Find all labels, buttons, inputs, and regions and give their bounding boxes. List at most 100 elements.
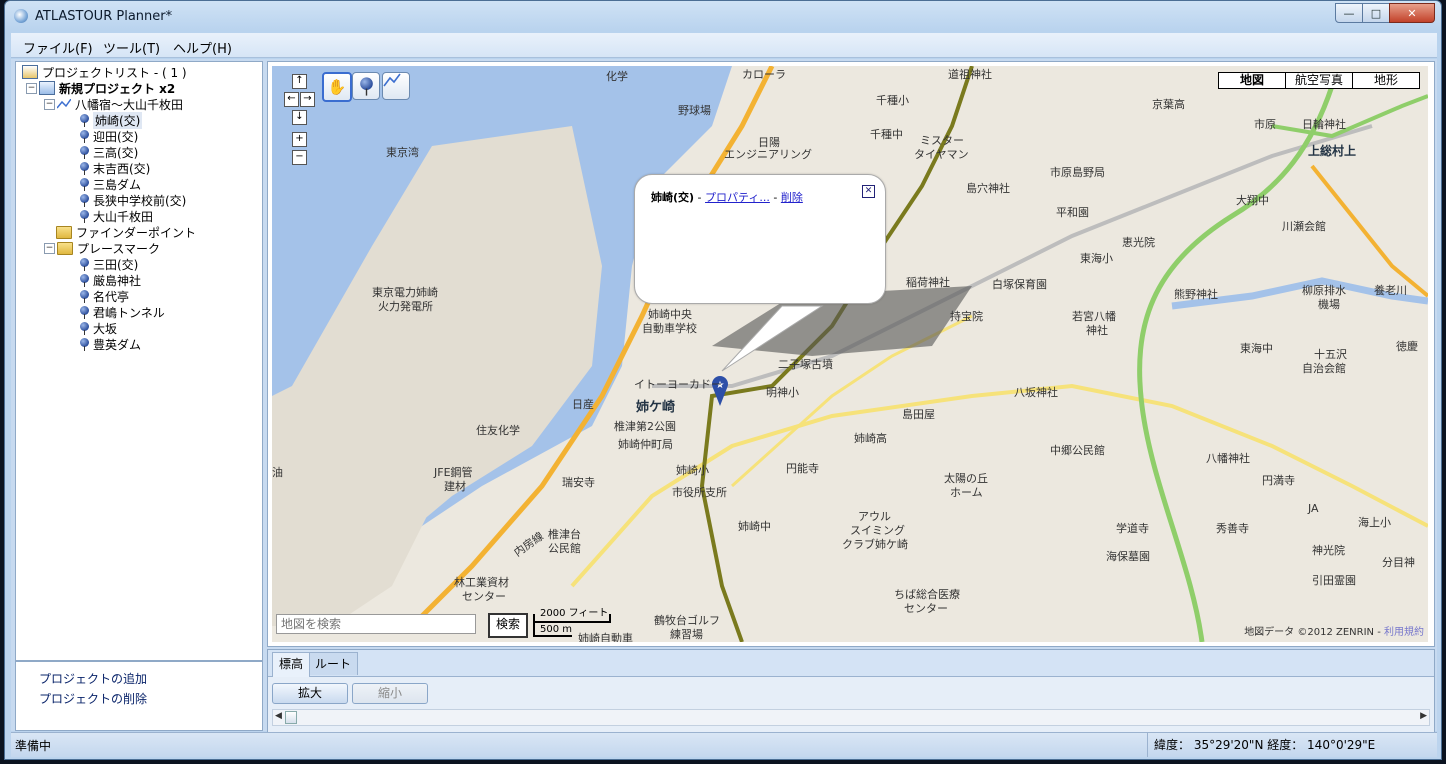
map-label: 市原島野局: [1050, 166, 1105, 179]
pan-down-button[interactable]: ↓: [292, 110, 307, 125]
placemark-tool-button[interactable]: [352, 72, 380, 100]
tree-route-label: 八幡宿～大山千枚田: [75, 97, 184, 112]
tree-route-point[interactable]: 姉崎(交): [80, 111, 143, 129]
placemark-pin-icon: [80, 337, 89, 351]
project-tree: プロジェクトリスト - ( 1 ) − 新規プロジェクト x2 − 八幡宿～大山…: [15, 61, 263, 661]
placemark-pin-icon: [80, 321, 89, 335]
delete-link[interactable]: 削除: [781, 191, 803, 204]
tree-route-point[interactable]: 三高(交): [80, 144, 138, 160]
tree-placemark[interactable]: 名代亭: [80, 288, 129, 304]
map-label: 海保墓園: [1106, 550, 1150, 563]
collapse-icon[interactable]: −: [44, 98, 55, 110]
status-bar: 準備中 緯度： 35°29'20"N 経度： 140°0'29"E: [11, 732, 1437, 757]
zoom-in-chart-button[interactable]: 拡大: [272, 683, 348, 704]
map-label: 秀善寺: [1216, 522, 1249, 535]
map-label: 養老川: [1374, 284, 1407, 297]
tab-elevation[interactable]: 標高: [272, 652, 311, 677]
map-label-station: 姉ケ崎: [636, 400, 676, 415]
map-label: 建材: [444, 480, 466, 493]
tree-root[interactable]: プロジェクトリスト - ( 1 ): [22, 64, 187, 80]
folder-icon: [56, 225, 72, 239]
delete-project-link[interactable]: プロジェクトの削除: [39, 690, 147, 707]
zoom-out-button[interactable]: −: [292, 150, 307, 165]
map-label: 姉崎高: [854, 432, 887, 445]
tree-placemark[interactable]: 君嶋トンネル: [80, 304, 165, 320]
collapse-icon[interactable]: −: [26, 82, 37, 94]
tree-route-point[interactable]: 長狭中学校前(交): [80, 192, 186, 208]
map-label: 京葉高: [1152, 98, 1185, 111]
map-label: 稲荷神社: [906, 276, 950, 289]
info-title: 姉崎(交): [651, 191, 695, 204]
map-type-map[interactable]: 地図: [1218, 72, 1286, 89]
map-search-button[interactable]: 検索: [488, 613, 528, 638]
map-label: 自治会館: [1302, 362, 1346, 375]
map-search-input[interactable]: [276, 614, 476, 634]
map-label: 姉崎小: [676, 464, 709, 477]
tree-route-point[interactable]: 末吉西(交): [80, 160, 150, 176]
scroll-left-icon[interactable]: ◀: [275, 711, 282, 721]
tree-route-point[interactable]: 迎田(交): [80, 128, 138, 144]
scroll-right-icon[interactable]: ▶: [1420, 711, 1427, 721]
map-label: 八幡神社: [1206, 452, 1250, 465]
map-label: 火力発電所: [378, 300, 433, 313]
pan-right-button[interactable]: →: [300, 92, 315, 107]
close-button[interactable]: ✕: [1389, 3, 1435, 23]
route-line-icon: [57, 99, 71, 109]
map-label: イトーヨーカドー: [634, 378, 722, 391]
placemark-pin-icon: [80, 257, 89, 271]
map-label: JA: [1308, 502, 1319, 515]
map-label: 油: [272, 466, 283, 479]
info-close-icon[interactable]: ✕: [862, 185, 875, 198]
pin-icon: [80, 209, 89, 223]
tree-placemark[interactable]: 厳島神社: [80, 272, 141, 288]
tab-route[interactable]: ルート: [308, 652, 359, 675]
window-title: ATLASTOUR Planner*: [35, 9, 173, 24]
tree-route-point[interactable]: 三島ダム: [80, 176, 141, 192]
menu-file[interactable]: ファイル(F): [23, 38, 93, 57]
tree-placemark[interactable]: 大坂: [80, 320, 117, 336]
tree-route[interactable]: − 八幡宿～大山千枚田: [44, 96, 183, 112]
map-label: 円能寺: [786, 462, 819, 475]
tree-placemark[interactable]: 三田(交): [80, 256, 138, 272]
pan-left-button[interactable]: ←: [284, 92, 299, 107]
placemark-pin-icon: [80, 289, 89, 303]
map-type-satellite[interactable]: 航空写真: [1285, 72, 1353, 89]
maximize-button[interactable]: □: [1362, 3, 1390, 23]
tree-placemark[interactable]: 豊英ダム: [80, 336, 141, 352]
map-label: センター: [904, 602, 948, 615]
tree-route-point[interactable]: 大山千枚田: [80, 208, 153, 224]
terms-link[interactable]: 利用規約: [1384, 627, 1424, 638]
map-label: 東海中: [1240, 342, 1273, 355]
scroll-thumb[interactable]: [285, 711, 297, 724]
add-project-link[interactable]: プロジェクトの追加: [39, 670, 147, 687]
map-label: 機場: [1318, 298, 1340, 311]
zoom-in-button[interactable]: +: [292, 132, 307, 147]
tree-placemarks[interactable]: − プレースマーク: [44, 240, 160, 256]
tree-project[interactable]: − 新規プロジェクト x2: [26, 80, 175, 96]
project-icon: [39, 81, 55, 95]
placemark-pin-icon: [80, 273, 89, 287]
map-label: 住友化学: [476, 424, 520, 437]
map-view[interactable]: ★ 東京湾 東京電力姉崎 火力発電所 住友化学 JFE鋼管 建材 油 姉ケ崎 イ…: [272, 66, 1428, 642]
properties-link[interactable]: プロパティ...: [705, 191, 770, 204]
menu-help[interactable]: ヘルプ(H): [173, 38, 232, 57]
map-label: 中郷公民館: [1050, 444, 1105, 457]
menu-tools[interactable]: ツール(T): [103, 38, 160, 57]
menu-bar: ファイル(F) ツール(T) ヘルプ(H): [11, 33, 1437, 58]
hand-tool-button[interactable]: ✋: [322, 72, 352, 102]
map-label: ホーム: [950, 486, 983, 499]
folder-icon: [57, 241, 73, 255]
horizontal-scrollbar[interactable]: ◀ ▶: [272, 709, 1430, 726]
pan-up-button[interactable]: ↑: [292, 74, 307, 89]
map-label: 野球場: [678, 104, 711, 117]
scale-meters: 500 m: [540, 624, 573, 635]
tree-finder-points[interactable]: ファインダーポイント: [56, 224, 196, 240]
route-tool-button[interactable]: [382, 72, 410, 100]
minimize-button[interactable]: —: [1335, 3, 1363, 23]
zoom-out-chart-button: 縮小: [352, 683, 428, 704]
title-bar[interactable]: ATLASTOUR Planner* — □ ✕: [5, 1, 1441, 31]
collapse-icon[interactable]: −: [44, 242, 55, 254]
map-label: 東海小: [1080, 252, 1113, 265]
map-type-terrain[interactable]: 地形: [1352, 72, 1420, 89]
map-copyright: 地図データ ©2012 ZENRIN - 利用規約: [1244, 623, 1424, 638]
